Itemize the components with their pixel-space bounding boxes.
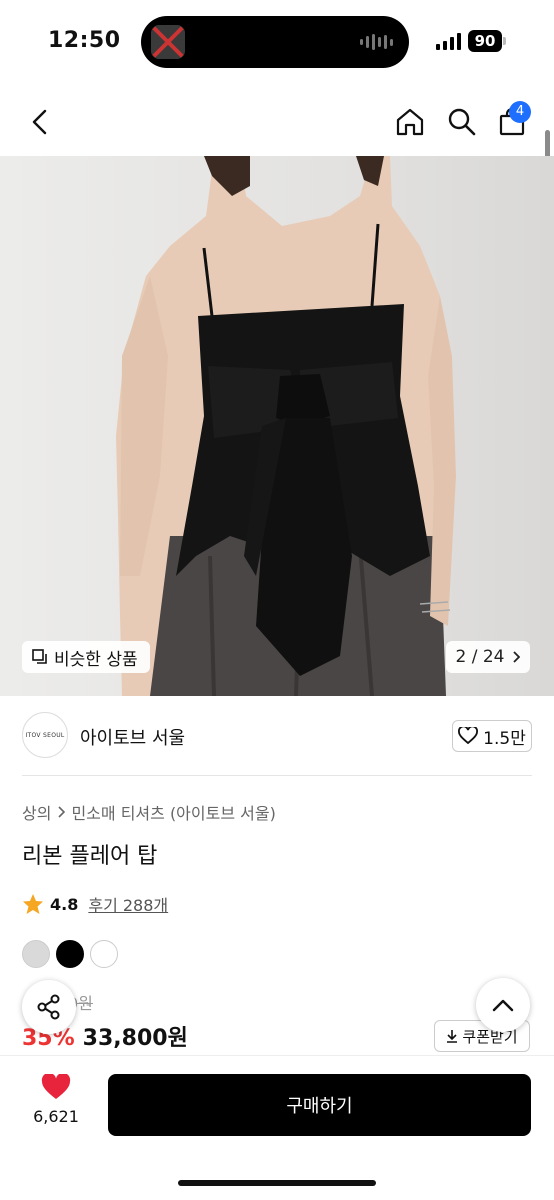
rating-row: 4.8 후기 288개 [22, 892, 168, 916]
page-indicator-text: 2 / 24 [455, 647, 505, 667]
brand-like-count: 1.5만 [483, 728, 526, 749]
product-image-carousel[interactable]: 비슷한 상품 2 / 24 [0, 156, 554, 696]
product-title: 리본 플레어 탑 [22, 844, 158, 869]
cart-count-badge: 4 [509, 101, 531, 123]
scroll-to-top-button[interactable] [476, 978, 530, 1032]
status-time: 12:50 [48, 28, 121, 53]
swatch-white[interactable] [90, 940, 118, 968]
reviews-link[interactable]: 후기 288개 [88, 892, 168, 916]
wishlist-count: 6,621 [33, 1107, 79, 1126]
battery-indicator: 90 [468, 30, 502, 52]
audio-wave-icon [360, 34, 393, 50]
home-button[interactable] [390, 102, 430, 142]
swatch-black[interactable] [56, 940, 84, 968]
battery-nub [503, 37, 506, 45]
share-icon [37, 994, 60, 1020]
signal-icon [436, 32, 461, 50]
color-swatches [22, 940, 118, 968]
buy-button[interactable]: 구매하기 [108, 1074, 531, 1136]
brand-name[interactable]: 아이토브 서울 [80, 724, 185, 750]
brand-like-button[interactable]: 1.5만 [452, 720, 532, 752]
breadcrumb: 상의 민소매 티셔츠 (아이토브 서울) [22, 800, 276, 824]
product-photo [116, 156, 456, 696]
chevron-up-icon [492, 999, 514, 1012]
chevron-right-icon [58, 806, 66, 818]
chevron-left-icon [32, 109, 47, 135]
breadcrumb-category[interactable]: 상의 [22, 800, 51, 824]
search-icon [448, 108, 476, 136]
brand-logo[interactable]: ITOV SEOUL [22, 712, 68, 758]
home-icon [396, 108, 424, 136]
home-indicator [178, 1180, 376, 1186]
divider [22, 775, 532, 776]
similar-products-button[interactable]: 비슷한 상품 [22, 641, 150, 673]
star-icon [23, 894, 43, 914]
download-icon [447, 1030, 458, 1043]
now-playing-thumbnail [151, 25, 185, 59]
swatch-gray[interactable] [22, 940, 50, 968]
copy-icon [32, 649, 47, 664]
share-button[interactable] [22, 980, 76, 1034]
status-bar: 12:50 90 [0, 0, 554, 84]
dynamic-island[interactable] [141, 16, 409, 68]
chevron-right-icon [513, 651, 521, 663]
similar-products-label: 비슷한 상품 [54, 649, 138, 670]
breadcrumb-subcategory[interactable]: 민소매 티셔츠 (아이토브 서울) [71, 800, 275, 824]
top-nav [0, 92, 554, 152]
search-button[interactable] [442, 102, 482, 142]
heart-filled-icon [41, 1074, 71, 1099]
heart-outline-icon [458, 727, 479, 745]
sale-price: 33,800원 [82, 1026, 188, 1051]
wishlist-button[interactable]: 6,621 [22, 1074, 90, 1144]
back-button[interactable] [22, 102, 58, 142]
rating-value: 4.8 [50, 894, 79, 914]
brand-row[interactable]: ITOV SEOUL 아이토브 서울 1.5만 [22, 710, 532, 764]
bottom-action-bar: 6,621 구매하기 [0, 1056, 554, 1200]
image-page-indicator[interactable]: 2 / 24 [446, 641, 530, 673]
